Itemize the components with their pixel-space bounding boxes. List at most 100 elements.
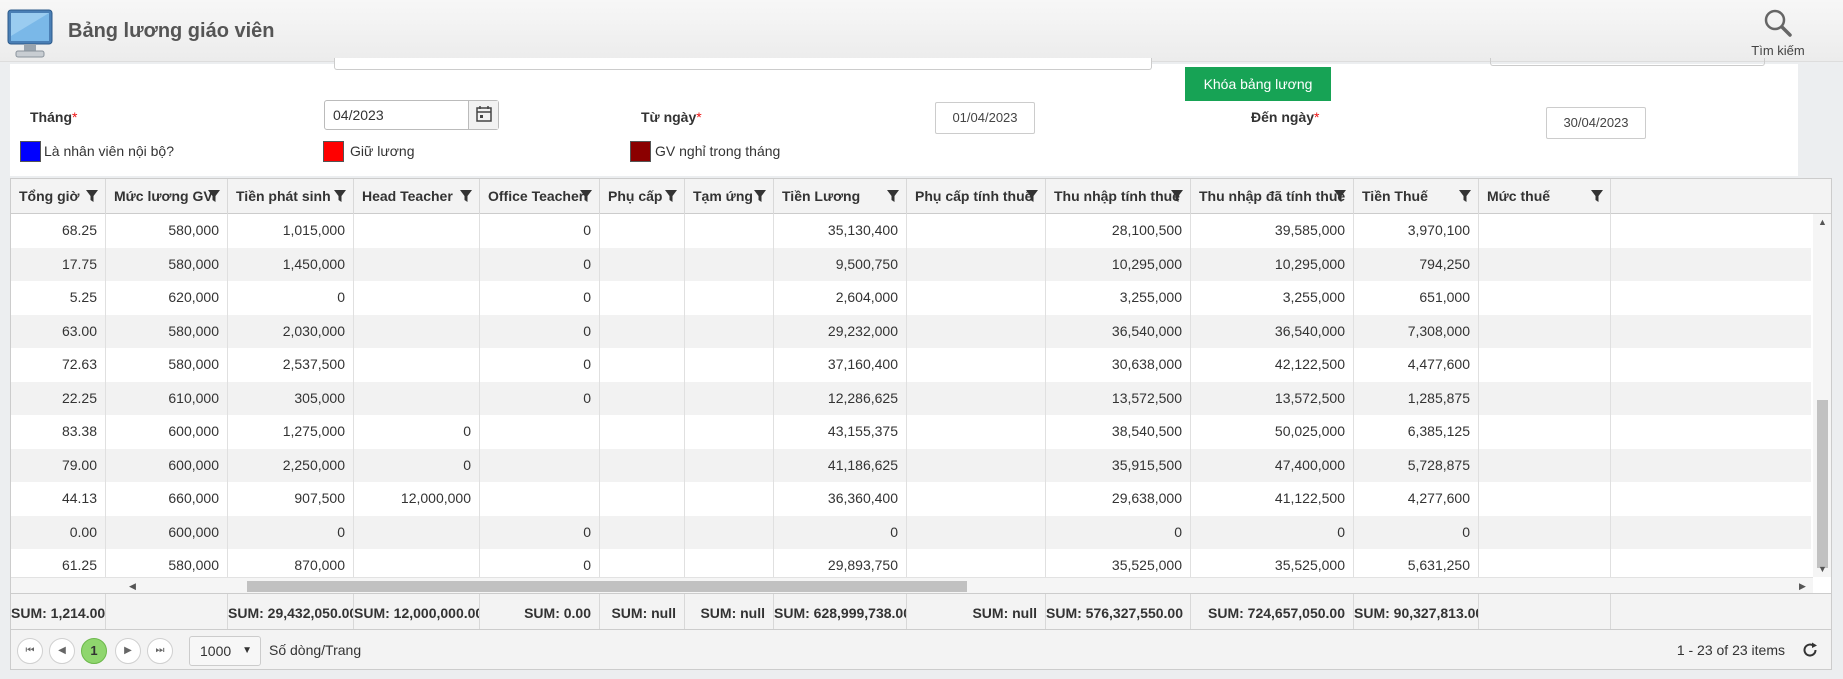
table-row[interactable]: 83.38 600,000 1,275,000 0 43,155,375 38,540,5… (11, 415, 1811, 449)
top-text-field[interactable] (334, 58, 1152, 70)
search-button[interactable]: Tìm kiếm (1742, 8, 1814, 58)
scroll-right-icon[interactable]: ▶ (1799, 578, 1806, 594)
column-header-muc-thue[interactable]: Mức thuế (1479, 179, 1611, 214)
filter-icon[interactable] (333, 189, 347, 203)
column-header-tong-gio[interactable]: Tổng giờ (11, 179, 106, 214)
from-date-label: Từ ngày* (641, 109, 702, 125)
refresh-icon[interactable] (1801, 641, 1819, 659)
vertical-scroll-thumb[interactable] (1817, 400, 1828, 568)
to-date-field[interactable]: 30/04/2023 (1546, 107, 1646, 139)
table-cell (685, 314, 774, 348)
filter-icon[interactable] (1333, 189, 1347, 203)
table-cell: 35,915,500 (1046, 448, 1191, 482)
footer-sum-cell: SUM: null (600, 594, 685, 629)
filter-icon[interactable] (207, 189, 221, 203)
filter-icon[interactable] (1458, 189, 1472, 203)
column-header-thu-nhap-da-tinh-thue[interactable]: Thu nhập đã tính thuế (1191, 179, 1354, 214)
table-row[interactable]: 5.25 620,000 0 0 2,604,000 3,255,000 3,255,000… (11, 281, 1811, 315)
table-cell: 0 (480, 214, 600, 248)
calendar-button[interactable] (468, 101, 498, 129)
table-cell (1479, 314, 1611, 348)
table-cell: 41,122,500 (1191, 482, 1354, 516)
horizontal-scrollbar[interactable]: ◀ ▶ (11, 577, 1813, 593)
table-cell: 72.63 (11, 348, 106, 382)
column-header-tam-ung[interactable]: Tạm ứng (685, 179, 774, 214)
filter-icon[interactable] (1025, 189, 1039, 203)
table-row[interactable]: 17.75 580,000 1,450,000 0 9,500,750 10,295,00… (11, 247, 1811, 281)
filter-icon[interactable] (664, 189, 678, 203)
table-cell: 0 (228, 515, 354, 549)
month-input[interactable] (325, 101, 465, 129)
next-page-button[interactable]: ▶ (115, 638, 141, 664)
prev-page-button[interactable]: ◀ (49, 638, 75, 664)
table-cell: 0 (480, 348, 600, 382)
table-cell: 39,585,000 (1191, 214, 1354, 248)
filter-icon[interactable] (753, 189, 767, 203)
table-cell: 0 (480, 314, 600, 348)
table-row[interactable]: 63.00 580,000 2,030,000 0 29,232,000 36,540,0… (11, 314, 1811, 348)
table-row[interactable]: 72.63 580,000 2,537,500 0 37,160,400 30,638,0… (11, 348, 1811, 382)
filter-icon[interactable] (1170, 189, 1184, 203)
table-cell: 0 (1354, 515, 1479, 549)
column-header-tien-thue[interactable]: Tiền Thuế (1354, 179, 1479, 214)
table-cell: 7,308,000 (1354, 314, 1479, 348)
lock-payroll-button[interactable]: Khóa bảng lương (1185, 67, 1331, 101)
table-cell: 28,100,500 (1046, 214, 1191, 248)
column-header-tien-phat-sinh[interactable]: Tiền phát sinh (228, 179, 354, 214)
last-page-button[interactable]: ⏭ (147, 638, 173, 664)
page-size-select[interactable]: 1000 ▼ (189, 636, 261, 666)
table-row[interactable]: 68.25 580,000 1,015,000 0 35,130,400 28,100,5… (11, 214, 1811, 248)
column-header-phu-cap-tinh-thue[interactable]: Phụ cấp tính thuế (907, 179, 1046, 214)
current-page-button[interactable]: 1 (81, 638, 107, 664)
top-right-field[interactable] (1490, 58, 1765, 66)
column-header-head-teacher[interactable]: Head Teacher (354, 179, 480, 214)
filter-icon[interactable] (886, 189, 900, 203)
table-cell: 36,360,400 (774, 482, 907, 516)
month-picker[interactable] (324, 100, 499, 130)
filter-icon[interactable] (459, 189, 473, 203)
table-row[interactable]: 22.25 610,000 305,000 0 12,286,625 13,572,500… (11, 381, 1811, 415)
pager-info: 1 - 23 of 23 items (1676, 642, 1785, 658)
column-header-tien-luong[interactable]: Tiền Lương (774, 179, 907, 214)
table-cell: 305,000 (228, 381, 354, 415)
vertical-scrollbar[interactable]: ▲ ▼ (1813, 214, 1831, 577)
column-header-label: Mức lương GV (114, 188, 213, 204)
scroll-left-icon[interactable]: ◀ (129, 578, 136, 594)
column-header-office-teacher[interactable]: Office Teacher (480, 179, 600, 214)
table-row[interactable]: 0.00 600,000 0 0 0 0 0 0 (11, 515, 1811, 549)
table-cell (907, 348, 1046, 382)
table-cell: 10,295,000 (1191, 247, 1354, 281)
legend-hold-salary-swatch (323, 141, 344, 162)
table-cell: 38,540,500 (1046, 415, 1191, 449)
table-row[interactable]: 44.13 660,000 907,500 12,000,000 36,360,400 2… (11, 482, 1811, 516)
table-cell: 6,385,125 (1354, 415, 1479, 449)
filter-panel: Khóa bảng lương Tháng* Từ ngày* 01/04/20… (10, 58, 1798, 176)
filter-icon[interactable] (85, 189, 99, 203)
table-cell: 29,893,750 (774, 549, 907, 577)
table-cell (685, 247, 774, 281)
scroll-down-icon[interactable]: ▼ (1818, 561, 1827, 577)
table-cell: 870,000 (228, 549, 354, 577)
table-row[interactable]: 79.00 600,000 2,250,000 0 41,186,625 35,915,5… (11, 448, 1811, 482)
from-date-field[interactable]: 01/04/2023 (935, 102, 1035, 134)
table-cell (685, 381, 774, 415)
to-date-label: Đến ngày* (1251, 109, 1320, 125)
column-header-thu-nhap-tinh-thue[interactable]: Thu nhập tính thuế (1046, 179, 1191, 214)
table-cell: 68.25 (11, 214, 106, 248)
column-header-muc-luong-gv[interactable]: Mức lương GV (106, 179, 228, 214)
table-cell: 0 (774, 515, 907, 549)
table-cell (354, 214, 480, 248)
column-header-phu-cap[interactable]: Phụ cấp (600, 179, 685, 214)
computer-monitor-icon (7, 9, 53, 58)
column-header-label: Head Teacher (362, 188, 453, 204)
footer-sum-cell (1479, 594, 1611, 629)
scroll-up-icon[interactable]: ▲ (1818, 214, 1827, 230)
filter-icon[interactable] (579, 189, 593, 203)
table-row[interactable]: 61.25 580,000 870,000 0 29,893,750 35,525,000… (11, 549, 1811, 577)
first-page-button[interactable]: ⏮ (17, 638, 43, 664)
grid-body[interactable]: 68.25 580,000 1,015,000 0 35,130,400 28,100,5… (11, 214, 1811, 577)
legend-internal-swatch (20, 141, 41, 162)
table-cell: 17.75 (11, 247, 106, 281)
horizontal-scroll-thumb[interactable] (247, 581, 967, 592)
filter-icon[interactable] (1590, 189, 1604, 203)
